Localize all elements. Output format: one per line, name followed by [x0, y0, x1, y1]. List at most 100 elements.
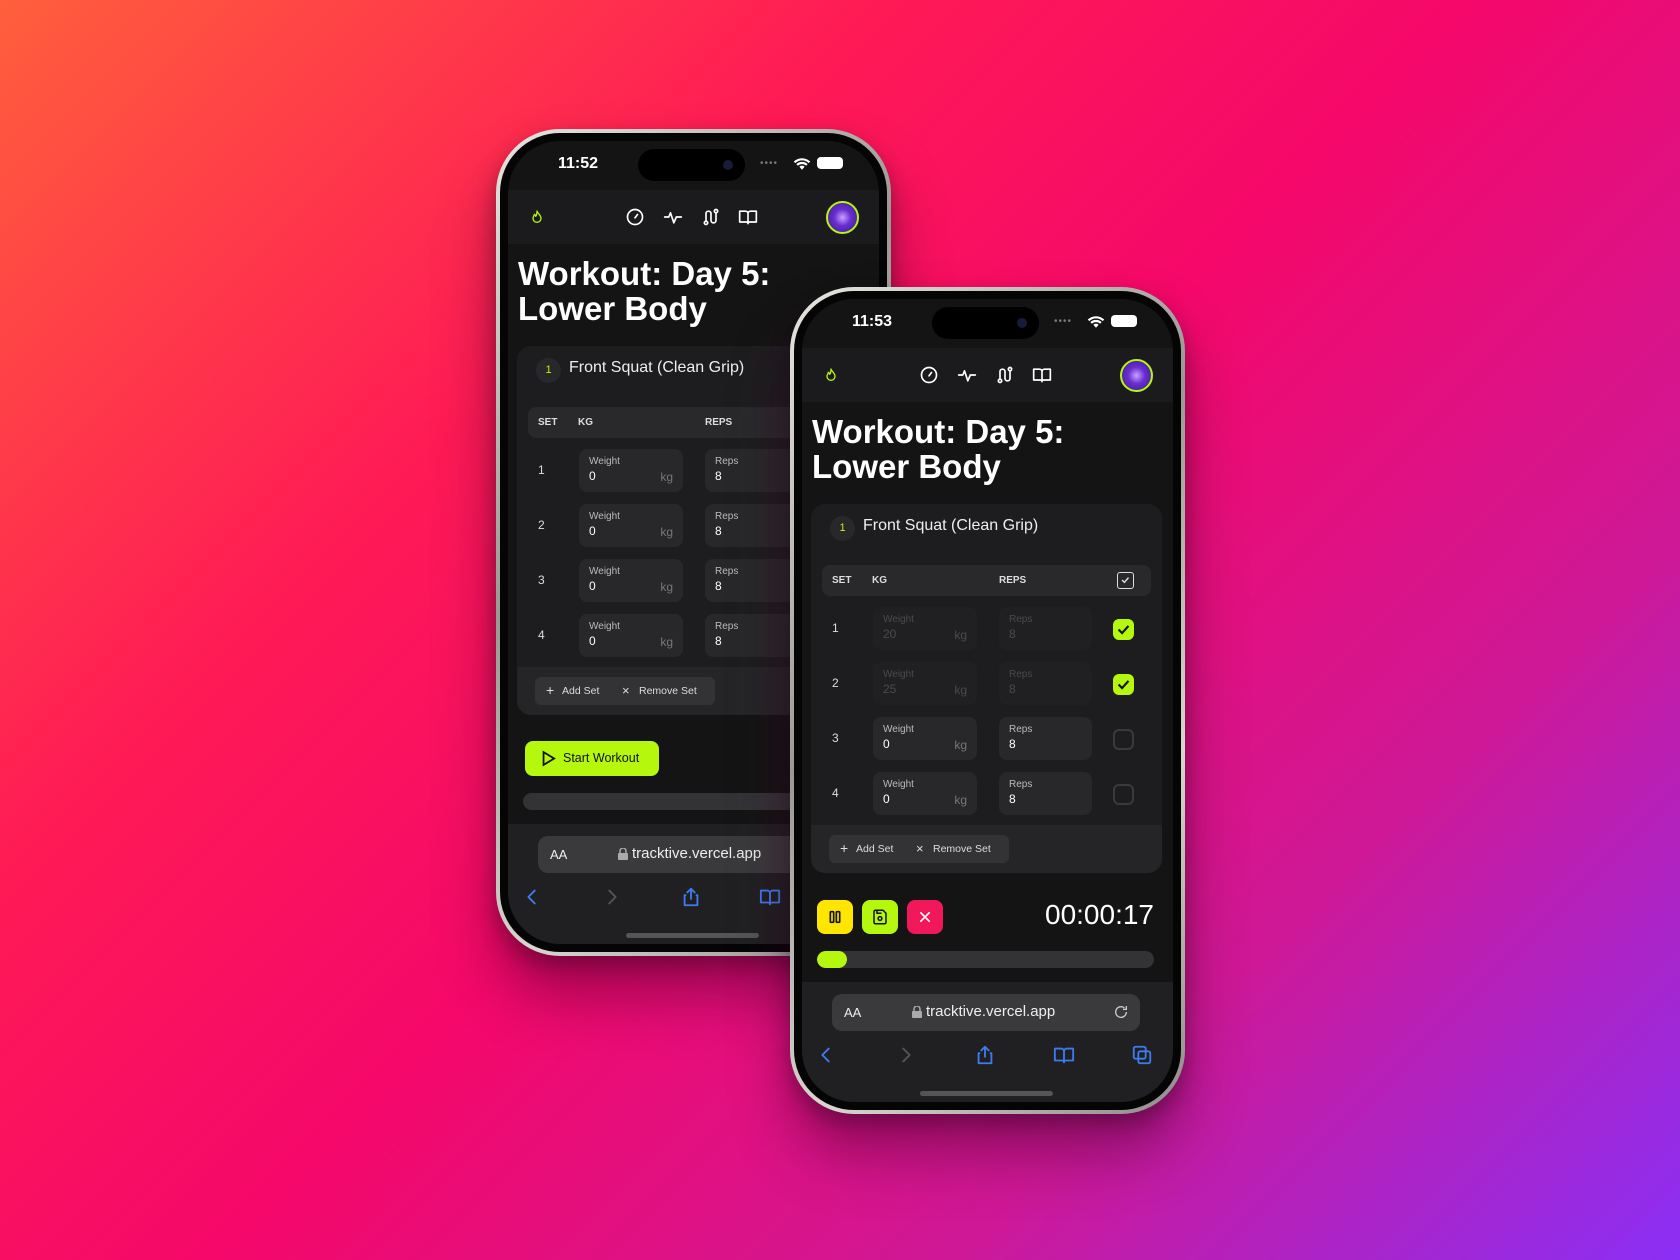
dynamic-island — [932, 307, 1039, 339]
cancel-button[interactable] — [907, 900, 943, 934]
weight-input[interactable]: Weight 0 kg — [579, 504, 683, 547]
set-done-checkbox[interactable] — [1113, 674, 1134, 695]
weight-input[interactable]: Weight 0 kg — [873, 772, 977, 815]
reps-label: Reps — [715, 511, 739, 522]
reps-input[interactable]: Reps 8 — [999, 662, 1092, 705]
nav-book-icon[interactable] — [1027, 362, 1057, 388]
text-size-button[interactable]: AA — [844, 1005, 861, 1020]
chevron-left-icon[interactable] — [517, 884, 547, 910]
x-icon[interactable]: × — [622, 683, 630, 698]
url-text: tracktive.vercel.app — [632, 845, 762, 862]
workout-progress-bar — [817, 951, 1154, 968]
select-all-checkbox[interactable] — [1117, 572, 1134, 589]
reps-input[interactable]: Reps 8 — [705, 614, 798, 657]
set-row: 3 Weight 0 kg Reps 8 — [811, 717, 1162, 761]
share-icon[interactable] — [970, 1042, 1000, 1068]
weight-unit: kg — [660, 525, 673, 539]
app-navbar — [508, 190, 879, 244]
plus-icon[interactable]: + — [546, 682, 554, 698]
wifi-icon — [1087, 316, 1105, 328]
reps-input[interactable]: Reps 8 — [705, 504, 798, 547]
reps-input[interactable]: Reps 8 — [999, 607, 1092, 650]
weight-value: 0 — [883, 792, 890, 806]
home-indicator — [626, 933, 759, 938]
weight-unit: kg — [660, 635, 673, 649]
lock-icon — [618, 848, 628, 860]
weight-input[interactable]: Weight 0 kg — [579, 559, 683, 602]
pause-icon — [829, 910, 841, 924]
weight-label: Weight — [883, 779, 914, 790]
weight-value: 20 — [883, 627, 897, 641]
weight-label: Weight — [589, 456, 620, 467]
exercise-number: 1 — [536, 358, 561, 383]
weight-unit: kg — [660, 470, 673, 484]
nav-flame-icon[interactable] — [816, 362, 846, 388]
share-icon[interactable] — [676, 884, 706, 910]
add-set-button[interactable]: Add Set — [562, 685, 599, 697]
start-workout-label: Start Workout — [563, 751, 640, 765]
card-footer: + Add Set × Remove Set — [811, 825, 1162, 873]
weight-input[interactable]: Weight 0 kg — [873, 717, 977, 760]
nav-route-icon[interactable] — [990, 362, 1020, 388]
weight-value: 0 — [883, 737, 890, 751]
chevron-right-icon[interactable] — [597, 884, 627, 910]
reps-input[interactable]: Reps 8 — [999, 717, 1092, 760]
reps-input[interactable]: Reps 8 — [705, 449, 798, 492]
set-row: 4 Weight 0 kg Reps 8 — [811, 772, 1162, 816]
plus-icon[interactable]: + — [840, 840, 848, 856]
weight-label: Weight — [883, 724, 914, 735]
reps-value: 8 — [1009, 792, 1016, 806]
save-button[interactable] — [862, 900, 898, 934]
bookmarks-icon[interactable] — [755, 884, 785, 910]
nav-activity-icon[interactable] — [952, 362, 982, 388]
reps-label: Reps — [1009, 614, 1033, 625]
weight-input[interactable]: Weight 0 kg — [579, 614, 683, 657]
reps-label: Reps — [715, 621, 739, 632]
reps-value: 8 — [715, 469, 722, 483]
set-number: 2 — [832, 676, 839, 690]
chevron-right-icon[interactable] — [891, 1042, 921, 1068]
pause-button[interactable] — [817, 900, 853, 934]
status-time: 11:53 — [851, 313, 893, 330]
tabs-icon[interactable] — [1127, 1042, 1157, 1068]
weight-label: Weight — [589, 566, 620, 577]
home-indicator — [920, 1091, 1053, 1096]
nav-activity-icon[interactable] — [658, 204, 688, 230]
x-icon[interactable]: × — [916, 841, 924, 856]
weight-value: 0 — [589, 579, 596, 593]
set-row: 2 Weight 25 kg Reps 8 — [811, 662, 1162, 706]
reload-icon[interactable] — [1113, 1004, 1129, 1020]
set-done-checkbox[interactable] — [1113, 619, 1134, 640]
signal-icon: •••• — [760, 158, 779, 169]
avatar[interactable] — [826, 201, 859, 234]
add-set-button[interactable]: Add Set — [856, 843, 893, 855]
text-size-button[interactable]: AA — [550, 847, 567, 862]
weight-value: 0 — [589, 524, 596, 538]
header-kg: KG — [578, 417, 593, 428]
page-title: Workout: Day 5: Lower Body — [812, 413, 1065, 485]
weight-input[interactable]: Weight 0 kg — [579, 449, 683, 492]
weight-input[interactable]: Weight 25 kg — [873, 662, 977, 705]
nav-gauge-icon[interactable] — [620, 204, 650, 230]
bookmarks-icon[interactable] — [1049, 1042, 1079, 1068]
address-bar[interactable]: AA tracktive.vercel.app — [832, 994, 1140, 1031]
nav-flame-icon[interactable] — [522, 204, 552, 230]
start-workout-button[interactable]: Start Workout — [525, 741, 659, 776]
nav-book-icon[interactable] — [733, 204, 763, 230]
chevron-left-icon[interactable] — [811, 1042, 841, 1068]
weight-value: 25 — [883, 682, 897, 696]
set-row: 1 Weight 20 kg Reps 8 — [811, 607, 1162, 651]
avatar[interactable] — [1120, 359, 1153, 392]
remove-set-button[interactable]: Remove Set — [933, 843, 991, 855]
remove-set-button[interactable]: Remove Set — [639, 685, 697, 697]
reps-input[interactable]: Reps 8 — [999, 772, 1092, 815]
set-done-checkbox[interactable] — [1113, 784, 1134, 805]
reps-input[interactable]: Reps 8 — [705, 559, 798, 602]
lock-icon — [912, 1006, 922, 1018]
weight-input[interactable]: Weight 20 kg — [873, 607, 977, 650]
weight-unit: kg — [660, 580, 673, 594]
set-actions: + Add Set × Remove Set — [535, 677, 715, 705]
set-done-checkbox[interactable] — [1113, 729, 1134, 750]
nav-gauge-icon[interactable] — [914, 362, 944, 388]
nav-route-icon[interactable] — [696, 204, 726, 230]
